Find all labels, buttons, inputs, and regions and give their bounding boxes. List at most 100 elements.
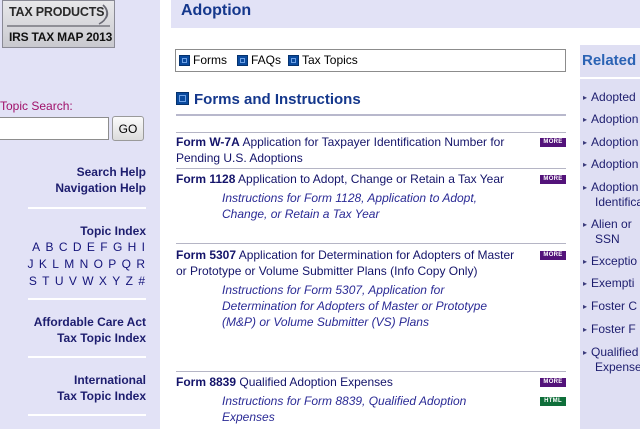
topic-letter-link[interactable]: G — [113, 239, 123, 256]
topic-letter-link[interactable]: D — [73, 239, 83, 256]
topic-letter-link[interactable]: X — [99, 273, 108, 290]
related-item[interactable]: ▸ Foster C — [583, 299, 637, 314]
arrow-right-icon: ▸ — [583, 279, 588, 288]
arrow-right-icon: ▸ — [583, 138, 588, 147]
tab-forms[interactable]: Forms — [179, 53, 227, 67]
related-item[interactable]: ▸ Foster F — [583, 322, 636, 337]
topic-letter-link[interactable]: K — [39, 256, 48, 273]
topic-letter-link[interactable]: Y — [112, 273, 121, 290]
aca-link[interactable]: Affordable Care Act Tax Topic Index — [34, 314, 146, 346]
related-item[interactable]: ▸ Adopted — [583, 90, 636, 105]
page-title: Adoption — [181, 2, 252, 19]
related-item[interactable]: ▸ Adoption — [583, 135, 638, 150]
topic-letter-link[interactable]: S — [29, 273, 38, 290]
topic-letter-link[interactable]: U — [55, 273, 65, 290]
tab-faqs-label: FAQs — [251, 53, 282, 67]
intl-link-line2: Tax Topic Index — [57, 389, 146, 403]
related-item[interactable]: ▸ Adoption Identifica — [583, 180, 640, 210]
more-badge[interactable]: MORE — [540, 378, 566, 387]
square-bullet-icon — [288, 55, 299, 66]
related-item[interactable]: ▸ Alien or SSN — [583, 217, 632, 247]
more-badge[interactable]: MORE — [540, 251, 566, 260]
topic-letter-link[interactable]: W — [82, 273, 94, 290]
topic-search-label: Topic Search: — [0, 99, 73, 113]
topic-letter-link[interactable]: Q — [122, 256, 132, 273]
section-heading: Forms and Instructions — [176, 91, 361, 108]
topic-letter-link[interactable]: O — [94, 256, 104, 273]
related-item-label: Adopted — [591, 90, 636, 104]
row-divider — [176, 132, 566, 133]
more-badge[interactable]: MORE — [540, 175, 566, 184]
logo-line2: IRS TAX MAP 2013 — [9, 30, 113, 44]
section-heading-text: Forms and Instructions — [194, 91, 361, 108]
tab-faqs[interactable]: FAQs — [237, 53, 281, 67]
topic-letter-link[interactable]: I — [142, 239, 146, 256]
topic-letter-link[interactable]: C — [59, 239, 69, 256]
related-item[interactable]: ▸ Adoption — [583, 112, 638, 127]
topic-search-input[interactable] — [0, 117, 109, 140]
related-item[interactable]: ▸ Qualified Expense — [583, 345, 640, 375]
topic-letter-link[interactable]: H — [128, 239, 138, 256]
form-row: Form 8839 Qualified Adoption Expenses MO… — [176, 374, 566, 425]
form-link[interactable]: Form W-7A Application for Taxpayer Ident… — [176, 134, 516, 166]
arrow-right-icon: ▸ — [583, 302, 588, 311]
topic-letter-link[interactable]: N — [80, 256, 90, 273]
related-title: Related — [582, 52, 637, 69]
form-link[interactable]: Form 8839 Qualified Adoption Expenses — [176, 374, 516, 390]
related-item-label: Adoption — [591, 112, 639, 126]
arrow-right-icon: ▸ — [583, 160, 588, 169]
topic-letter-link[interactable]: P — [108, 256, 117, 273]
related-item-label: Alien or — [591, 217, 632, 231]
instructions-link[interactable]: Instructions for Form 5307, Application … — [222, 282, 492, 330]
related-item[interactable]: ▸ Exceptio — [583, 254, 637, 269]
topic-index-block: Topic Index A B C D E F G H I J K L M N … — [28, 223, 147, 290]
tax-map-logo[interactable]: TAX PRODUCTS IRS TAX MAP 2013 — [2, 0, 115, 48]
topic-letter-link[interactable]: M — [64, 256, 75, 273]
arrow-right-icon: ▸ — [583, 257, 588, 266]
topic-letter-link[interactable]: B — [46, 239, 55, 256]
related-panel: Related ▸ Adopted ▸ Adoption ▸ Adoption ▸ Ad… — [580, 45, 640, 429]
topic-letter-link[interactable]: V — [69, 273, 78, 290]
form-link[interactable]: Form 1128 Application to Adopt, Change o… — [176, 171, 516, 187]
instructions-link[interactable]: Instructions for Form 1128, Application … — [222, 190, 492, 222]
related-divider — [580, 77, 640, 79]
topic-index-link[interactable]: Topic Index — [28, 223, 146, 239]
instructions-link[interactable]: Instructions for Form 8839, Qualified Ad… — [222, 393, 492, 425]
topic-letter-link[interactable]: F — [100, 239, 108, 256]
search-help-link[interactable]: Search Help — [55, 164, 146, 180]
tab-tax-topics-label: Tax Topics — [302, 53, 358, 67]
navigation-help-link[interactable]: Navigation Help — [55, 180, 146, 196]
sidebar-divider — [28, 414, 146, 416]
topic-letter-link[interactable]: Z — [126, 273, 134, 290]
topic-letter-link[interactable]: R — [136, 256, 146, 273]
related-item[interactable]: ▸ Exempti — [583, 276, 634, 291]
arrow-right-icon: ▸ — [583, 325, 588, 334]
form-description: Qualified Adoption Expenses — [239, 375, 393, 389]
related-item[interactable]: ▸ Adoption — [583, 157, 638, 172]
row-divider — [176, 168, 566, 169]
topic-letter-link[interactable]: A — [32, 239, 41, 256]
topic-letter-link[interactable]: # — [138, 273, 146, 290]
square-bullet-icon — [237, 55, 248, 66]
tab-tax-topics[interactable]: Tax Topics — [288, 53, 358, 67]
go-button[interactable]: GO — [112, 116, 144, 141]
letter-row-2: J K L M N O P Q R — [28, 256, 147, 273]
related-item-label: Foster F — [591, 322, 636, 336]
tab-forms-label: Forms — [193, 53, 227, 67]
form-number: Form 1128 — [176, 172, 236, 186]
square-bullet-icon — [176, 92, 189, 105]
related-item-label: Foster C — [591, 299, 638, 313]
html-badge[interactable]: HTML — [540, 397, 566, 406]
arrow-right-icon: ▸ — [583, 115, 588, 124]
international-link[interactable]: International Tax Topic Index — [57, 372, 146, 404]
form-number: Form 8839 — [176, 375, 237, 389]
topic-letter-link[interactable]: T — [42, 273, 50, 290]
more-badge[interactable]: MORE — [540, 138, 566, 147]
topic-letter-link[interactable]: L — [52, 256, 60, 273]
section-divider — [176, 114, 566, 116]
form-link[interactable]: Form 5307 Application for Determination … — [176, 247, 516, 279]
topic-letter-link[interactable]: J — [28, 256, 35, 273]
form-row: Form 5307 Application for Determination … — [176, 247, 566, 330]
topic-letter-link[interactable]: E — [87, 239, 96, 256]
form-row: Form 1128 Application to Adopt, Change o… — [176, 171, 566, 222]
